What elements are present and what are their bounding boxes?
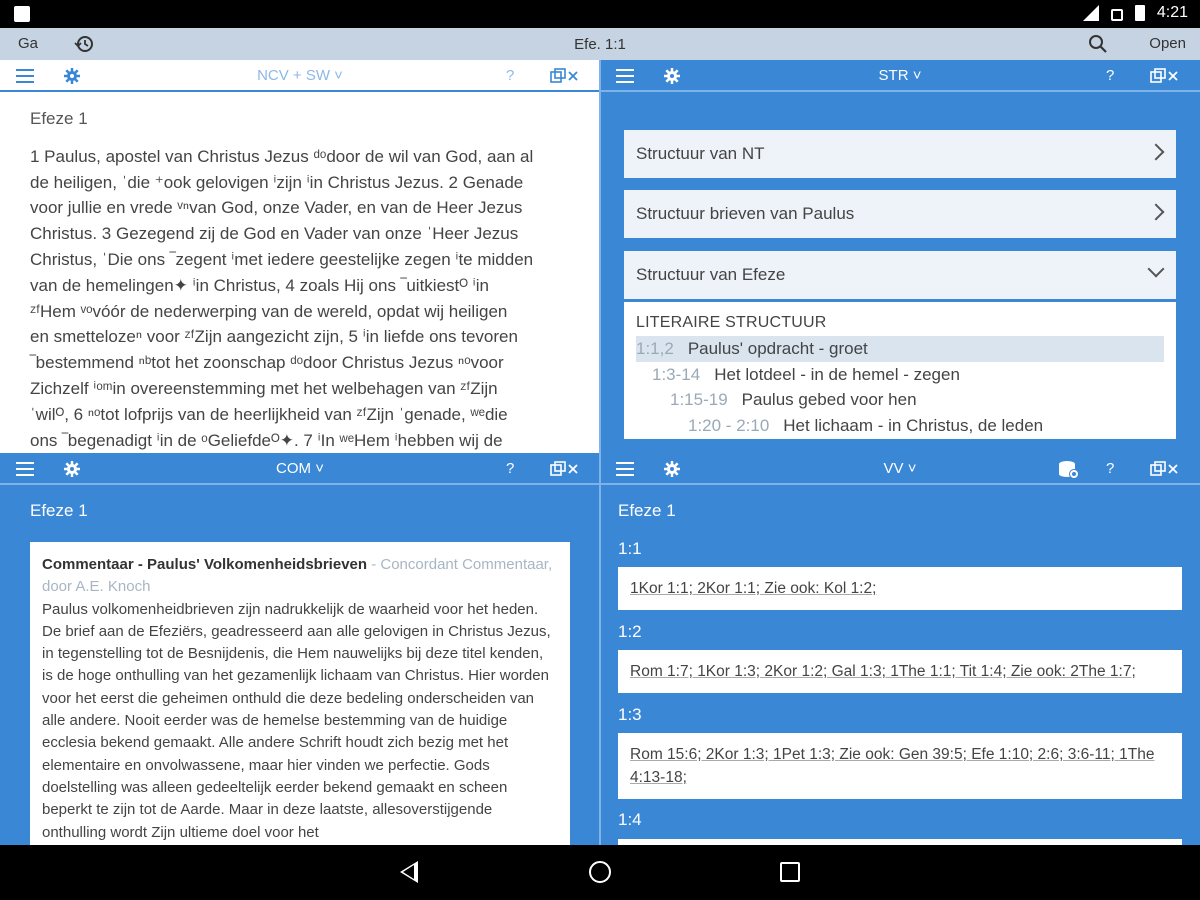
commentary-title: Commentaar - Paulus' Volkomenheidsbrieve… bbox=[42, 556, 368, 573]
search-icon[interactable] bbox=[1088, 34, 1108, 54]
database-settings-icon[interactable] bbox=[1058, 460, 1080, 480]
app-toolbar: Ga Efe. 1:1 Open bbox=[0, 28, 1200, 60]
commentary-text: Paulus volkomenheidbrieven zijn nadrukke… bbox=[42, 600, 551, 841]
verse-line[interactable]: Christus. 3 Gezegend zij de God en Vader… bbox=[30, 221, 570, 247]
crossref-pane-header: VV ˅ ? bbox=[600, 453, 1200, 485]
crossref-card[interactable]: 1Kor 1:1; 2Kor 1:1; Zie ook: Kol 1:2; bbox=[618, 567, 1182, 610]
outline-line[interactable]: 1:20 - 2:10 Het lichaam - in Christus, de… bbox=[636, 413, 1164, 439]
chevron-down-icon bbox=[1147, 260, 1165, 278]
verse-label: 1:2 bbox=[618, 622, 642, 641]
pane-divider[interactable] bbox=[599, 60, 601, 845]
window-icon[interactable] bbox=[1150, 68, 1178, 84]
outline-heading: LITERAIRE STRUCTUUR bbox=[636, 314, 827, 331]
outline-line[interactable]: 1:1,2 Paulus' opdracht - groet bbox=[636, 336, 1164, 362]
notification-icon bbox=[14, 6, 30, 22]
verse-line[interactable]: ˈwilᴼ, 6 ⁿᵒtot lofprijs van de heerlijkh… bbox=[30, 402, 570, 428]
help-button[interactable]: ? bbox=[1106, 67, 1114, 84]
verse-line[interactable]: ‾bestemmend ⁿᵇtot het zoonschap ᵈᵒdoor C… bbox=[30, 350, 570, 376]
verse-label: 1:1 bbox=[618, 539, 642, 558]
outline-line[interactable]: 1:3-14 Het lotdeel - in de hemel - zegen bbox=[636, 362, 1164, 388]
structure-pane: STR ˅ ? Structuur van NT Structuur briev… bbox=[600, 60, 1200, 453]
window-icon[interactable] bbox=[550, 68, 578, 84]
chapter-heading: Efeze 1 bbox=[618, 501, 676, 520]
signal-icon bbox=[1082, 5, 1099, 21]
help-button[interactable]: ? bbox=[506, 67, 514, 84]
commentary-body: Efeze 1 Commentaar - Paulus' Volkomenhei… bbox=[0, 485, 600, 845]
verse-line[interactable]: de heiligen, ˈdie ⁺ook gelovigen ⁱzijn ⁱ… bbox=[30, 170, 570, 196]
recent-apps-icon[interactable] bbox=[780, 862, 800, 882]
open-button[interactable]: Open bbox=[1149, 35, 1186, 52]
structure-item-label: Structuur van NT bbox=[636, 144, 765, 163]
bible-pane: NCV + SW ˅ ? Efeze 1 1 Paulus, apostel v… bbox=[0, 60, 600, 453]
status-bar: 4:21 bbox=[0, 0, 1200, 28]
crossref-body: Efeze 1 1:1 1Kor 1:1; 2Kor 1:1; Zie ook:… bbox=[600, 485, 1200, 845]
structure-pane-header: STR ˅ ? bbox=[600, 60, 1200, 92]
outline-line[interactable]: 1:15-19 Paulus gebed voor hen bbox=[636, 387, 1164, 413]
verse-line[interactable]: voor jullie en vrede ᵛⁿvan God, onze Vad… bbox=[30, 195, 570, 221]
bible-text: Efeze 1 1 Paulus, apostel van Christus J… bbox=[0, 92, 600, 453]
structure-outline: LITERAIRE STRUCTUUR 1:1,2 Paulus' opdrach… bbox=[624, 302, 1176, 439]
verse-line[interactable]: 1 Paulus, apostel van Christus Jezus ᵈᵒd… bbox=[30, 144, 570, 170]
back-icon[interactable] bbox=[400, 861, 418, 883]
verse-line[interactable]: ᶻᶠHem ᵛᵒvóór de nederwerping van de were… bbox=[30, 299, 570, 325]
help-button[interactable]: ? bbox=[1106, 460, 1114, 477]
verse-line[interactable]: ons ‾begenadigt ⁱin de ᵒGeliefdeᴼ✦. 7 ⁱI… bbox=[30, 428, 570, 453]
navigation-bar bbox=[0, 845, 1200, 900]
structure-item-label: Structuur van Efeze bbox=[636, 265, 786, 284]
verse-label: 1:4 bbox=[618, 810, 642, 829]
chevron-right-icon bbox=[1147, 203, 1165, 221]
commentary-pane-header: COM ˅ ? bbox=[0, 453, 600, 485]
chapter-heading: Efeze 1 bbox=[30, 501, 88, 520]
structure-item[interactable]: Structuur van NT bbox=[624, 130, 1176, 178]
verse-line[interactable]: Christus, ˈDie ons ‾zegent ⁱmet iedere g… bbox=[30, 247, 570, 273]
status-time: 4:21 bbox=[1156, 4, 1188, 21]
home-icon[interactable] bbox=[589, 861, 611, 883]
verse-line[interactable]: van de hemelingen✦ ⁱin Christus, 4 zoals… bbox=[30, 273, 570, 299]
lock-icon bbox=[1110, 9, 1123, 21]
structure-item-label: Structuur brieven van Paulus bbox=[636, 204, 855, 223]
help-button[interactable]: ? bbox=[506, 460, 514, 477]
structure-item-expanded[interactable]: Structuur van Efeze bbox=[624, 251, 1176, 299]
structure-item[interactable]: Structuur brieven van Paulus bbox=[624, 190, 1176, 238]
commentary-pane: COM ˅ ? Efeze 1 Commentaar - Paulus' Vol… bbox=[0, 453, 600, 845]
verse-line[interactable]: en smettelozeⁿ voor ᶻᶠZijn aangezicht zi… bbox=[30, 324, 570, 350]
status-icons: 4:21 bbox=[1082, 4, 1188, 22]
window-icon[interactable] bbox=[1150, 461, 1178, 477]
battery-icon bbox=[1134, 5, 1145, 21]
bible-pane-header: NCV + SW ˅ ? bbox=[0, 60, 600, 92]
commentary-card[interactable]: Commentaar - Paulus' Volkomenheidsbrieve… bbox=[30, 542, 570, 845]
structure-body: Structuur van NT Structuur brieven van P… bbox=[600, 92, 1200, 453]
current-reference[interactable]: Efe. 1:1 bbox=[0, 36, 1200, 53]
verse-line[interactable]: Zichzelf ⁱᵒᵐin overeenstemming met het w… bbox=[30, 376, 570, 402]
chapter-heading: Efeze 1 bbox=[30, 109, 88, 128]
crossref-card[interactable]: Rom 15:6; 2Kor 1:3; 1Pet 1:3; Zie ook: G… bbox=[618, 733, 1182, 799]
chevron-right-icon bbox=[1147, 143, 1165, 161]
verse-label: 1:3 bbox=[618, 705, 642, 724]
crossref-card[interactable]: Rom 1:7; 1Kor 1:3; 2Kor 1:2; Gal 1:3; 1T… bbox=[618, 650, 1182, 693]
crossref-pane: VV ˅ ? Efeze 1 1:1 1Kor 1:1; 2Kor 1:1; Z… bbox=[600, 453, 1200, 845]
window-icon[interactable] bbox=[550, 461, 578, 477]
